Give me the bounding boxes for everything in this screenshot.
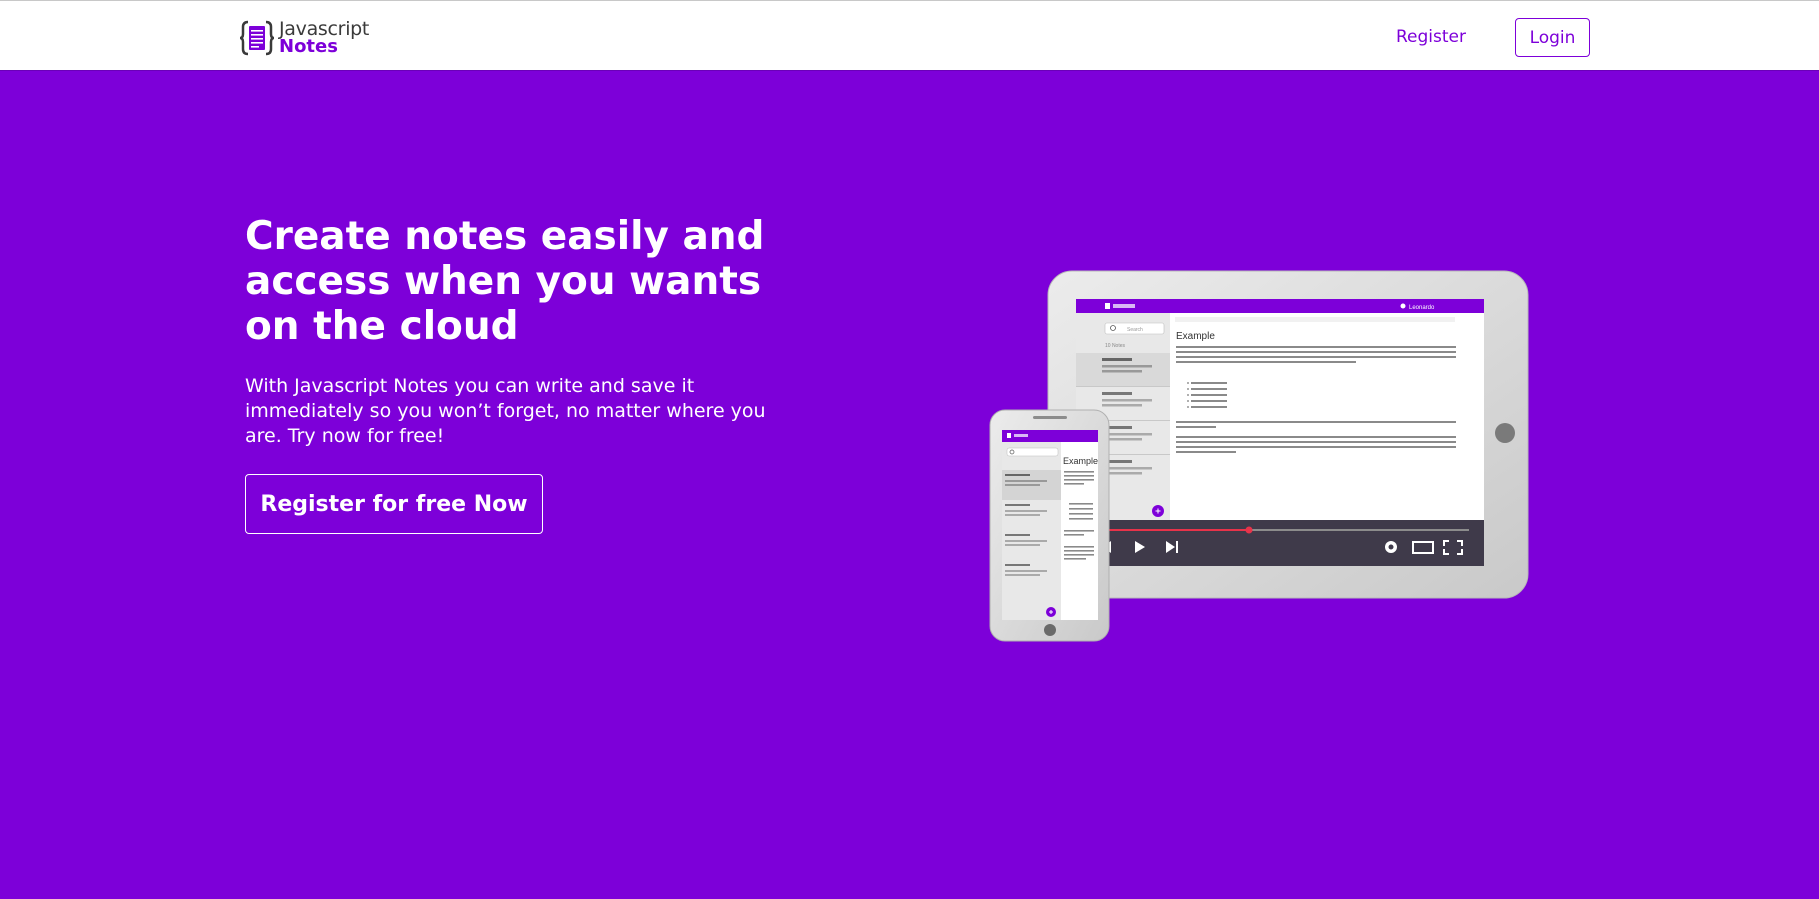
devices-illustration: Leonardo Search 10 Notes Example Example <box>989 270 1529 642</box>
phone-note-title: Example <box>1063 456 1098 466</box>
navbar: Javascript Notes Register Login <box>0 0 1819 71</box>
nav-register-link[interactable]: Register <box>1396 25 1466 49</box>
logo-text: Javascript Notes <box>279 20 369 56</box>
user-icon <box>1400 303 1406 309</box>
hero-title: Create notes easily and access when you … <box>245 214 765 349</box>
tablet-note-title: Example <box>1176 331 1215 342</box>
tablet-notes-count: 10 Notes <box>1105 343 1126 349</box>
login-button[interactable]: Login <box>1515 18 1590 57</box>
tablet-home-button <box>1495 423 1515 443</box>
phone-mockup: Example <box>989 409 1110 642</box>
tablet-search-placeholder: Search <box>1127 327 1143 333</box>
logo-line2: Notes <box>279 36 338 57</box>
tablet-mockup: Leonardo Search 10 Notes Example <box>1047 270 1529 599</box>
notes-logo-icon <box>239 20 275 56</box>
hero-subtitle: With Javascript Notes you can write and … <box>245 375 766 447</box>
logo[interactable]: Javascript Notes <box>239 18 369 58</box>
tablet-user-name: Leonardo <box>1409 305 1435 311</box>
register-cta-button[interactable]: Register for free Now <box>245 474 543 534</box>
